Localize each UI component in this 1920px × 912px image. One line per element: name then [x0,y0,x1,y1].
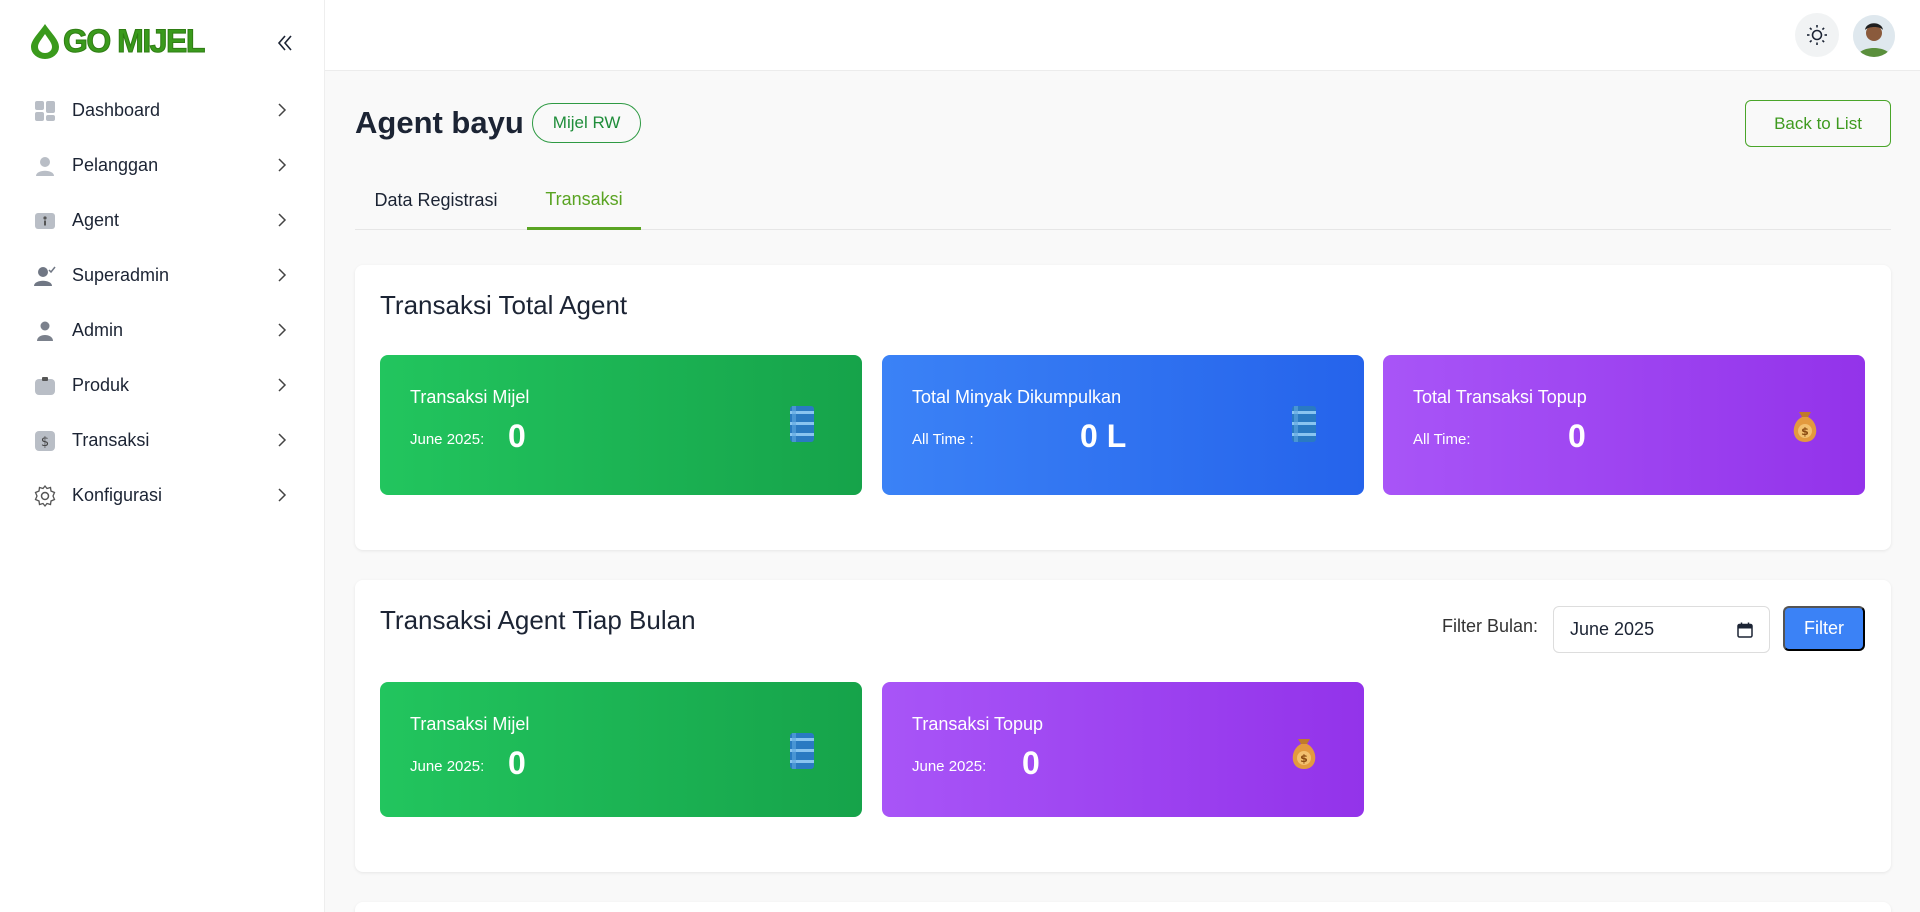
sidebar-item-label: Transaksi [72,430,150,450]
stat-subtitle: June 2025: [912,758,987,775]
svg-text:$: $ [1801,425,1809,438]
sidebar-item-produk[interactable]: Produk [0,358,325,413]
sidebar-item-label: Konfigurasi [72,485,163,505]
chevron-right-icon [278,213,287,227]
sidebar-item-transaksi[interactable]: $ Transaksi [0,413,325,468]
dollar-icon: $ [33,429,57,453]
svg-text:$: $ [1300,752,1308,765]
sidebar-item-label: Agent [72,210,120,230]
user-avatar-icon [1853,15,1895,57]
stat-card-transaksi-mijel: Transaksi Mijel June 2025: 0 [380,355,862,495]
stat-title: Transaksi Mijel [410,714,530,734]
svg-text:$: $ [41,435,49,450]
chevron-right-icon [278,488,287,502]
gear-icon [33,484,57,508]
logo-text: GO MIJEL [63,22,206,59]
logo[interactable]: GO MIJEL [28,22,206,60]
monthly-transactions-panel: Transaksi Agent Tiap Bulan Filter Bulan:… [355,580,1891,872]
month-filter-value: June 2025 [1570,619,1655,639]
money-bag-icon: $ [1292,739,1316,769]
collapse-sidebar-button[interactable] [274,30,296,56]
sidebar-item-dashboard[interactable]: Dashboard [0,83,325,138]
stat-subtitle: June 2025: [410,431,485,448]
chevron-right-icon [278,323,287,337]
stat-subtitle: All Time: [1413,431,1471,448]
sidebar: GO MIJEL Dashboard Pelanggan Agent Super… [0,0,325,912]
theme-toggle-button[interactable] [1795,13,1839,57]
calendar-icon [1737,622,1753,638]
agent-type-badge: Mijel RW [531,103,642,143]
stat-title: Transaksi Topup [912,714,1044,734]
back-to-list-button[interactable]: Back to List [1745,100,1891,147]
panel-title: Transaksi Total Agent [380,290,628,320]
stat-title: Total Transaksi Topup [1413,387,1587,407]
sidebar-item-pelanggan[interactable]: Pelanggan [0,138,325,193]
stat-value: 0 [1568,418,1586,454]
user-check-icon [33,264,57,288]
chevron-right-icon [278,268,287,282]
chevron-right-icon [278,103,287,117]
tab-transaksi[interactable]: Transaksi [527,172,641,230]
stat-card-monthly-topup: Transaksi Topup June 2025: 0 $ [882,682,1364,817]
sidebar-item-label: Superadmin [72,265,170,285]
page-title: Agent bayu [355,105,524,140]
top-bar [325,0,1920,71]
stat-value: 0 [1022,745,1040,781]
sidebar-item-label: Produk [72,375,130,395]
chevron-right-icon [278,378,287,392]
agent-icon [33,209,57,233]
sidebar-item-label: Admin [72,320,124,340]
user-icon [33,319,57,343]
logo-drop-icon [31,24,59,59]
sidebar-item-admin[interactable]: Admin [0,303,325,358]
oil-barrel-icon [790,733,814,769]
sun-icon [1807,25,1827,45]
stat-subtitle: All Time : [912,431,974,448]
total-transactions-panel: Transaksi Total Agent Transaksi Mijel Ju… [355,265,1891,550]
user-icon [33,154,57,178]
page-title-row: Agent bayu Mijel RW [355,103,642,143]
tabs: Data Registrasi Transaksi [355,172,1891,230]
chevron-right-icon [278,433,287,447]
product-icon [33,374,57,398]
stat-card-monthly-mijel: Transaksi Mijel June 2025: 0 [380,682,862,817]
stat-value: 0 L [1080,418,1127,454]
oil-barrel-icon [790,406,814,442]
avatar[interactable] [1853,15,1895,57]
stat-card-total-minyak: Total Minyak Dikumpulkan All Time : 0 L [882,355,1364,495]
tab-data-registrasi[interactable]: Data Registrasi [355,172,517,229]
sidebar-item-label: Pelanggan [72,155,159,175]
money-bag-icon: $ [1793,412,1817,442]
stat-title: Total Minyak Dikumpulkan [912,387,1122,407]
filter-label: Filter Bulan: [1442,616,1539,636]
sidebar-item-superadmin[interactable]: Superadmin [0,248,325,303]
stat-card-total-topup: Total Transaksi Topup All Time: 0 $ [1383,355,1865,495]
next-panel [355,902,1891,912]
stat-title: Transaksi Mijel [410,387,530,407]
sidebar-nav: Dashboard Pelanggan Agent Superadmin Adm… [0,83,325,523]
sidebar-item-label: Dashboard [72,100,161,120]
month-filter-input[interactable]: June 2025 [1553,606,1770,653]
chevron-right-icon [278,158,287,172]
filter-button[interactable]: Filter [1783,606,1865,651]
sidebar-item-konfigurasi[interactable]: Konfigurasi [0,468,325,523]
dashboard-icon [33,99,57,123]
stat-subtitle: June 2025: [410,758,485,775]
oil-barrel-icon [1292,406,1316,442]
stat-value: 0 [508,418,526,454]
sidebar-item-agent[interactable]: Agent [0,193,325,248]
chevrons-left-icon [277,35,292,51]
stat-value: 0 [508,745,526,781]
panel-title: Transaksi Agent Tiap Bulan [380,605,696,635]
